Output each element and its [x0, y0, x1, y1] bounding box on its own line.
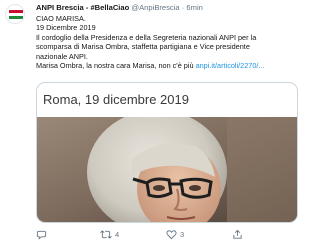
tweet-actions: 4 3	[36, 229, 298, 243]
tweet-line-text: Marisa Ombra, la nostra cara Marisa, non…	[36, 61, 196, 71]
like-button[interactable]: 3	[166, 229, 184, 240]
tweet-time[interactable]: 6min	[186, 3, 202, 12]
tweet-line: 19 Dicembre 2019	[36, 23, 96, 33]
share-icon	[233, 229, 242, 239]
author-handle[interactable]: @AnpiBrescia	[131, 3, 179, 12]
tweet-line: scomparsa di Marisa Ombra, staffetta par…	[36, 42, 250, 52]
card-title: Roma, 19 dicembre 2019	[43, 92, 189, 107]
flag-stripe-green	[9, 16, 23, 19]
tweet-line: Marisa Ombra, la nostra cara Marisa, non…	[36, 61, 298, 70]
separator-dot: ·	[181, 3, 185, 12]
retweet-button[interactable]: 4	[100, 229, 119, 240]
retweet-count: 4	[115, 230, 120, 239]
link-card[interactable]: Roma, 19 dicembre 2019	[36, 82, 298, 223]
tweet-header: ANPI Brescia - #BellaCiao @AnpiBrescia ·…	[36, 3, 203, 12]
reply-icon	[36, 230, 47, 240]
tweet-line: CIAO MARISA.	[36, 14, 86, 23]
portrait-image	[37, 117, 297, 222]
tweet-line: nazionale ANPI.	[36, 51, 88, 61]
article-link[interactable]: anpi.it/articoli/2270/...	[196, 61, 265, 70]
share-button[interactable]	[232, 229, 243, 240]
avatar[interactable]	[5, 4, 25, 24]
card-photo	[37, 117, 297, 222]
tweet-text: CIAO MARISA. 19 Dicembre 2019 Il cordogl…	[36, 14, 298, 70]
reply-button[interactable]	[36, 229, 47, 240]
heart-icon	[166, 230, 177, 240]
tweet[interactable]: ANPI Brescia - #BellaCiao @AnpiBrescia ·…	[0, 0, 300, 245]
retweet-icon	[100, 230, 112, 239]
tweet-line: Il cordoglio della Presidenza e della Se…	[36, 32, 257, 42]
author-name[interactable]: ANPI Brescia - #BellaCiao	[36, 3, 129, 12]
like-count: 3	[180, 230, 185, 239]
